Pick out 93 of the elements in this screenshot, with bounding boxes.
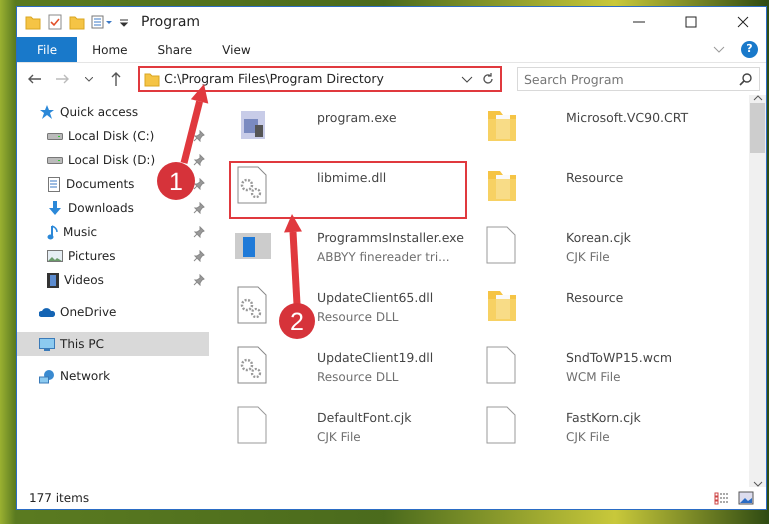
pin-icon[interactable] (193, 202, 205, 214)
picture-icon (47, 250, 63, 262)
details-view-icon[interactable] (714, 491, 730, 505)
file-name: ProgrammsInstaller.exe (317, 229, 464, 247)
callout-badge: 1 (157, 162, 195, 200)
file-name: Microsoft.VC90.CRT (566, 109, 688, 127)
file-item[interactable]: Microsoft.VC90.CRT (566, 105, 688, 155)
sidebar-item[interactable]: Local Disk (C:) (47, 127, 154, 145)
file-item[interactable]: libmime.dll (317, 165, 386, 215)
forward-icon[interactable] (54, 73, 69, 85)
sidebar-item[interactable]: Quick access (39, 103, 138, 121)
scroll-down-icon[interactable] (752, 481, 762, 487)
file-item[interactable]: SndToWP15.wcm WCM File (566, 345, 672, 395)
ribbon-tab[interactable]: File (17, 37, 78, 62)
file-name: SndToWP15.wcm (566, 349, 672, 367)
scroll-thumb[interactable] (750, 103, 765, 153)
back-icon[interactable] (28, 73, 42, 85)
file-item[interactable]: ProgrammsInstaller.exe ABBYY finereader tri... (317, 225, 464, 275)
search-field[interactable]: Search Program (517, 67, 760, 91)
address-path: C:\Program Files\Program Directory (164, 70, 385, 88)
file-item[interactable]: Korean.cjk CJK File (566, 225, 631, 275)
pin-icon[interactable] (193, 274, 205, 286)
sidebar-item[interactable]: OneDrive (39, 303, 116, 321)
properties-icon[interactable] (91, 14, 113, 30)
file-item[interactable]: UpdateClient19.dll Resource DLL (317, 345, 434, 395)
sidebar-item[interactable]: Local Disk (D:) (47, 151, 156, 169)
folder-icon[interactable] (69, 14, 85, 30)
network-icon (39, 368, 55, 384)
pin-icon[interactable] (193, 130, 205, 142)
search-icon (739, 72, 753, 86)
folder-icon[interactable] (25, 14, 41, 30)
sidebar-item[interactable]: Downloads (47, 199, 134, 217)
file-name: Resource (566, 169, 624, 187)
help-button[interactable]: ? (741, 41, 758, 58)
chevron-icon[interactable] (713, 46, 725, 53)
sidebar-item[interactable]: Pictures (47, 247, 116, 265)
sidebar-item[interactable]: This PC (39, 335, 104, 353)
checklist-icon[interactable] (47, 14, 63, 30)
pin-icon[interactable] (193, 250, 205, 262)
file-name: DefaultFont.cjk (317, 409, 412, 427)
file-name: FastKorn.cjk (566, 409, 641, 427)
sidebar-item[interactable]: Documents (47, 175, 134, 193)
pin-icon[interactable] (193, 178, 205, 190)
file-type: Resource DLL (317, 368, 400, 386)
item-count: 177 items (29, 490, 90, 507)
document-icon (47, 176, 61, 192)
file-item[interactable]: DefaultFont.cjk CJK File (317, 405, 412, 455)
sidebar-item[interactable]: Music (47, 223, 98, 241)
download-icon (47, 200, 63, 216)
scrollbar[interactable] (749, 95, 766, 487)
file-name: program.exe (317, 109, 397, 127)
film-icon (47, 272, 59, 288)
thumbnails-view-icon[interactable] (738, 491, 754, 505)
maximize-icon[interactable] (685, 16, 697, 28)
drive-icon (47, 132, 63, 140)
file-name: UpdateClient65.dll (317, 289, 434, 307)
dropdown-icon[interactable] (461, 76, 473, 82)
cloud-icon (39, 307, 55, 317)
refresh-icon[interactable] (481, 72, 495, 86)
file-type: WCM File (566, 368, 622, 386)
folder-icon (144, 71, 160, 87)
file-type: CJK File (317, 428, 362, 446)
window-title: Program (141, 12, 200, 32)
sidebar-item[interactable]: Videos (47, 271, 104, 289)
ribbon-tab[interactable]: Share (142, 37, 208, 62)
file-name: libmime.dll (317, 169, 386, 187)
file-item[interactable]: program.exe (317, 105, 397, 155)
drive-icon (47, 156, 63, 164)
file-item[interactable]: UpdateClient65.dll Resource DLL (317, 285, 434, 335)
pin-icon[interactable] (193, 154, 205, 166)
file-item[interactable]: FastKorn.cjk CJK File (566, 405, 641, 455)
up-icon[interactable] (110, 72, 122, 86)
music-note-icon (47, 224, 58, 240)
file-item[interactable]: Resource (566, 165, 624, 215)
file-type: CJK File (566, 428, 611, 446)
close-icon[interactable] (737, 16, 749, 28)
scroll-up-icon[interactable] (752, 95, 762, 101)
file-name: Korean.cjk (566, 229, 631, 247)
star-icon (39, 104, 55, 120)
pin-icon[interactable] (193, 226, 205, 238)
caret-icon[interactable] (85, 76, 94, 82)
monitor-icon (39, 338, 55, 350)
ribbon-tab[interactable]: View (207, 37, 266, 62)
file-type: CJK File (566, 248, 611, 266)
sidebar-item[interactable]: Network (39, 367, 110, 385)
file-item[interactable]: Resource (566, 285, 624, 335)
file-type: ABBYY finereader tri... (317, 248, 451, 266)
address-bar[interactable]: C:\Program Files\Program Directory (138, 66, 502, 92)
file-name: UpdateClient19.dll (317, 349, 434, 367)
file-name: Resource (566, 289, 624, 307)
ribbon-tab[interactable]: Home (77, 37, 143, 62)
callout-badge: 2 (279, 303, 315, 339)
file-type: Resource DLL (317, 308, 400, 326)
